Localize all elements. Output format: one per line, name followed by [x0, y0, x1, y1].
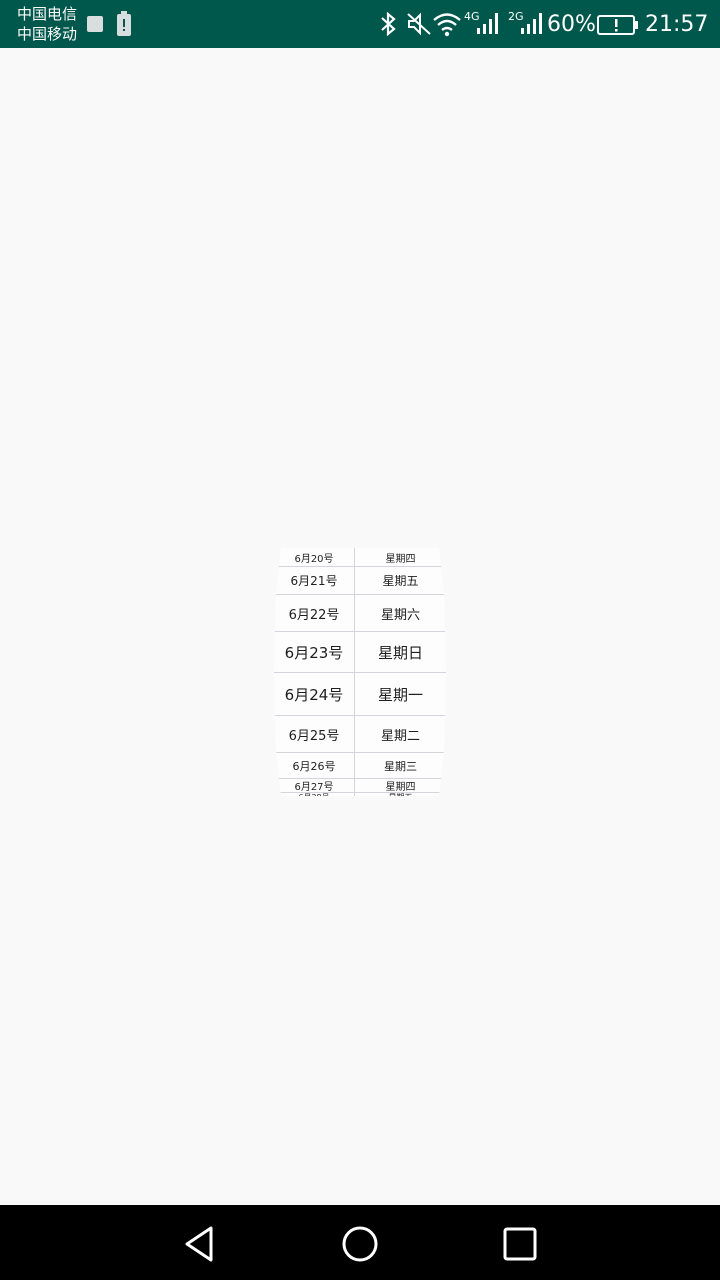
notification-square-icon: [87, 16, 103, 32]
wheel-row[interactable]: 6月27号 星期四: [274, 779, 446, 793]
battery-saver-icon: [117, 11, 131, 36]
wheel-row[interactable]: 6月20号 星期四: [274, 548, 446, 567]
date-cell: 6月21号: [290, 574, 338, 588]
date-weekday-picker[interactable]: 6月19号星期三6月20号星期四6月21号星期五6月22号星期六6月23号星期日…: [274, 548, 446, 796]
wheel-row[interactable]: 6月28号星期五: [274, 793, 446, 796]
wheel-row[interactable]: 6月22号 星期六: [274, 595, 446, 632]
wheel-row[interactable]: 6月23号 星期日: [274, 632, 446, 673]
battery-percent-label: 60%: [547, 12, 596, 37]
carrier-1-label: 中国电信: [17, 5, 78, 23]
bluetooth-icon: [381, 12, 396, 36]
date-cell: 6月22号: [288, 607, 340, 623]
date-cell: 6月20号: [294, 553, 334, 565]
date-cell: 6月28号: [274, 793, 354, 796]
weekday-cell: 星期三: [384, 759, 417, 773]
carrier-info: 中国电信 中国移动: [17, 4, 77, 44]
back-icon[interactable]: [178, 1222, 222, 1266]
weekday-cell: 星期二: [380, 728, 420, 744]
battery-icon: [597, 15, 638, 35]
weekday-cell: 星期日: [377, 643, 423, 662]
date-cell: 6月25号: [288, 728, 340, 744]
weekday-cell: 星期四: [385, 782, 416, 792]
mute-icon: [407, 12, 431, 36]
wheel-row[interactable]: 6月21号 星期五: [274, 567, 446, 595]
signal-icon: [521, 13, 542, 34]
weekday-cell: 星期五: [355, 793, 446, 796]
weekday-cell: 星期六: [380, 607, 420, 623]
home-icon[interactable]: [338, 1222, 382, 1266]
weekday-cell: 星期一: [377, 685, 423, 704]
navigation-bar: [0, 1205, 720, 1280]
wheel-row[interactable]: 6月25号 星期二: [274, 716, 446, 753]
wifi-icon: [433, 13, 461, 37]
wheel-row[interactable]: 6月26号 星期三: [274, 753, 446, 779]
main-content: 6月19号星期三6月20号星期四6月21号星期五6月22号星期六6月23号星期日…: [0, 48, 720, 1205]
recents-icon[interactable]: [498, 1222, 542, 1266]
clock-label: 21:57: [645, 12, 709, 37]
wheel-row[interactable]: 6月24号 星期一: [274, 673, 446, 716]
date-cell: 6月26号: [292, 759, 336, 773]
date-cell: 6月23号: [284, 643, 344, 662]
status-bar: 中国电信 中国移动 4G 2G 60% 21:57: [0, 0, 720, 48]
weekday-cell: 星期五: [382, 574, 419, 588]
signal-icon: [477, 13, 498, 34]
carrier-2-label: 中国移动: [17, 25, 78, 43]
weekday-cell: 星期四: [385, 553, 416, 565]
date-cell: 6月27号: [294, 782, 334, 792]
date-cell: 6月24号: [284, 685, 344, 704]
